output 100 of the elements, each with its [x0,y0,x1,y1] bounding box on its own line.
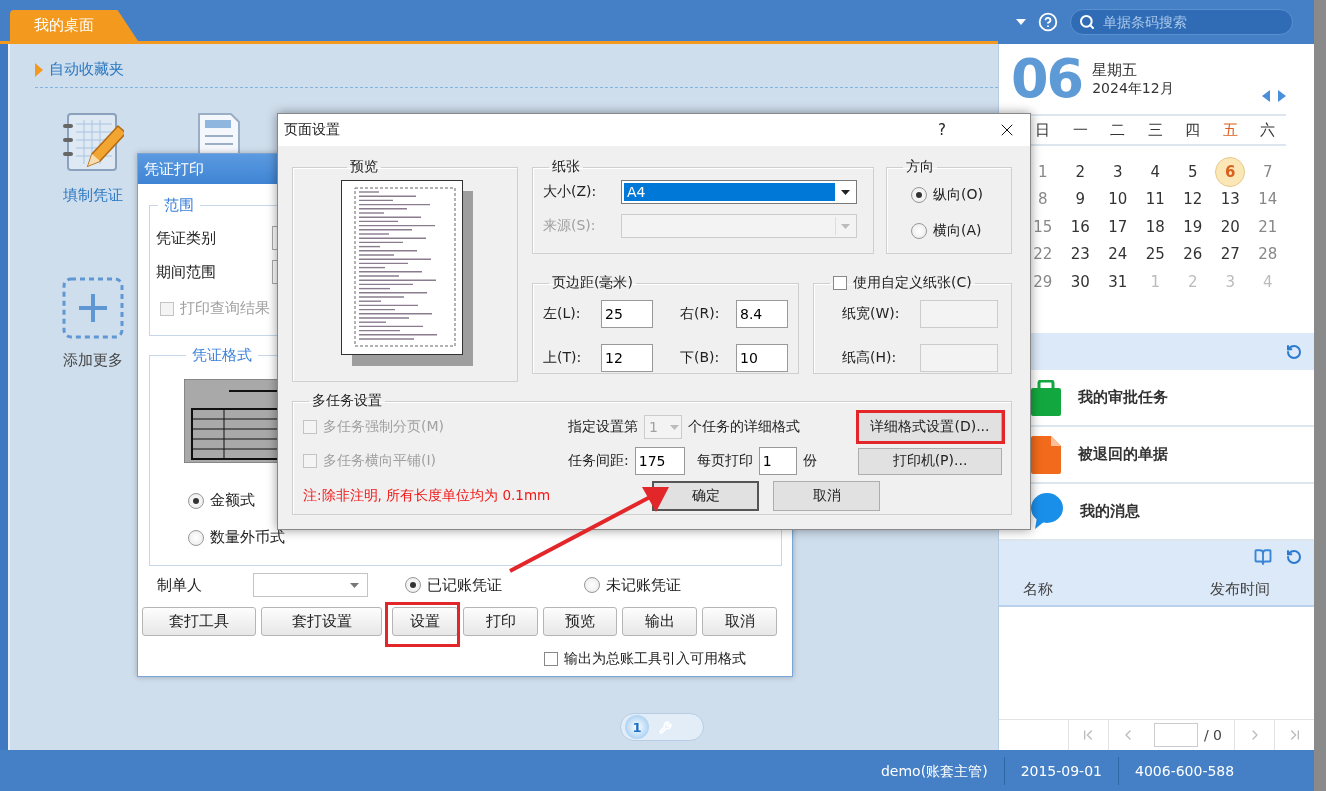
calendar-date[interactable]: 25 [1145,245,1165,264]
radio-label: 数量外币式 [210,528,285,547]
calendar-date[interactable]: 14 [1258,190,1278,209]
shortcut-label[interactable]: 添加更多 [63,351,123,370]
refresh-icon[interactable] [1286,549,1302,565]
calendar-date[interactable]: 8 [1037,190,1048,209]
search-input[interactable]: 单据条码搜索 [1101,13,1281,31]
add-icon[interactable] [62,277,124,339]
caret-icon [670,424,679,430]
field-label: 凭证类别 [156,228,217,248]
radio-label: 金额式 [210,491,255,510]
margin-field[interactable]: 10 [736,344,788,372]
checkbox-label: 使用自定义纸张(C) [853,274,972,292]
weekday-header: 五 [1221,120,1239,140]
calendar-date[interactable]: 7 [1262,162,1273,181]
calendar-date[interactable]: 29 [1033,272,1053,291]
radio-button[interactable] [405,577,421,593]
calendar-date[interactable]: 3 [1112,162,1123,181]
dialog-button[interactable]: 取消 [702,607,777,636]
calendar-date[interactable]: 31 [1108,272,1128,291]
section-title: 自动收藏夹 [49,60,124,79]
calendar-date[interactable]: 16 [1070,217,1090,236]
calendar-date[interactable]: 9 [1075,190,1085,209]
calendar-date[interactable]: 30 [1070,272,1090,291]
document-icon [1031,435,1061,474]
radio-button[interactable] [584,577,600,593]
help-icon[interactable] [1038,12,1058,32]
group-title: 纸张 [552,158,580,176]
unit-label: 份 [802,452,817,470]
dialog-button[interactable]: 取消 [773,481,880,511]
field-label: 大小(Z): [543,183,598,201]
checkbox[interactable] [544,652,558,666]
page-dot[interactable]: 1 [625,715,649,739]
calendar-date[interactable]: 26 [1183,245,1203,264]
calendar-date[interactable]: 5 [1187,162,1198,181]
dialog-button[interactable]: 预览 [543,607,617,636]
task-link[interactable]: 我的消息 [1080,502,1140,521]
calendar-date[interactable]: 24 [1108,245,1128,264]
dialog-button[interactable]: 输出 [622,607,697,636]
refresh-icon[interactable] [1286,343,1302,360]
copies-field[interactable]: 1 [758,447,797,475]
spacing-field[interactable]: 175 [634,447,685,475]
dialog-button[interactable]: 确定 [652,481,759,511]
calendar-date[interactable]: 11 [1145,190,1165,209]
calendar-date[interactable]: 13 [1220,190,1240,209]
calendar-date[interactable]: 15 [1033,217,1053,236]
calendar-date[interactable]: 27 [1220,245,1240,264]
field-label: 来源(S): [543,217,597,235]
radio-button[interactable] [188,492,204,509]
weekday-header: 二 [1109,120,1127,140]
calendar-date[interactable]: 1 [1037,162,1048,181]
calendar-weekday: 星期五 [1092,60,1139,80]
dialog-button[interactable]: 设置 [392,607,458,636]
group-title: 多任务设置 [312,392,382,410]
task-link[interactable]: 我的审批任务 [1078,388,1168,407]
dialog-title: 页面设置 [284,121,340,139]
calendar-date[interactable]: 18 [1145,217,1165,236]
calendar-date[interactable]: 22 [1033,245,1053,264]
radio-button[interactable] [911,223,927,239]
weekday-header: 四 [1184,120,1202,140]
calendar-date[interactable]: 2 [1075,162,1085,181]
margin-field[interactable]: 8.4 [736,300,788,328]
search-field[interactable]: 单据条码搜索 [1070,9,1293,35]
maker-select[interactable] [253,573,368,597]
previous-month-icon[interactable] [1262,90,1270,102]
field-label: 每页打印 [696,452,753,470]
margin-field[interactable]: 25 [601,300,653,328]
paper-size-select[interactable]: A4 [621,180,857,204]
calendar-date[interactable]: 17 [1108,217,1128,236]
calendar-date[interactable]: 21 [1258,217,1278,236]
notebook-pencil-icon[interactable] [62,112,124,174]
next-month-icon[interactable] [1278,90,1286,102]
dialog-button[interactable]: 打印 [463,607,538,636]
field-label: 纸高(H): [842,349,898,367]
calendar-date[interactable]: 12 [1183,190,1203,209]
task-link[interactable]: 被退回的单据 [1078,445,1168,464]
calendar-date[interactable]: 19 [1183,217,1203,236]
calendar-date[interactable]: 20 [1220,217,1240,236]
radio-button[interactable] [911,187,927,203]
dropdown-caret-icon[interactable] [1016,19,1026,25]
shortcut-label[interactable]: 填制凭证 [63,186,123,205]
calendar-date[interactable]: 28 [1258,245,1278,264]
page-number-field[interactable] [1153,723,1198,747]
document-icon[interactable] [196,112,241,156]
calendar-date[interactable]: 10 [1108,190,1128,209]
radio-label: 已记账凭证 [427,575,502,595]
book-icon[interactable] [1254,548,1272,566]
radio-button[interactable] [188,529,204,546]
dialog-button[interactable]: 套打设置 [261,607,382,636]
margin-field[interactable]: 12 [601,344,653,372]
dialog-button[interactable]: 套打工具 [142,607,256,636]
help-button[interactable]: ? [938,121,946,139]
caret-icon [840,189,850,195]
dialog-button[interactable]: 详细格式设置(D)... [858,412,1002,442]
group-title: 页边距(毫米) [552,274,633,292]
field-label: 任务间距: [568,452,629,470]
checkbox[interactable] [833,276,847,290]
calendar-date[interactable]: 4 [1150,162,1160,181]
dialog-button[interactable]: 打印机(P)... [858,447,1002,475]
calendar-date[interactable]: 23 [1070,245,1090,264]
